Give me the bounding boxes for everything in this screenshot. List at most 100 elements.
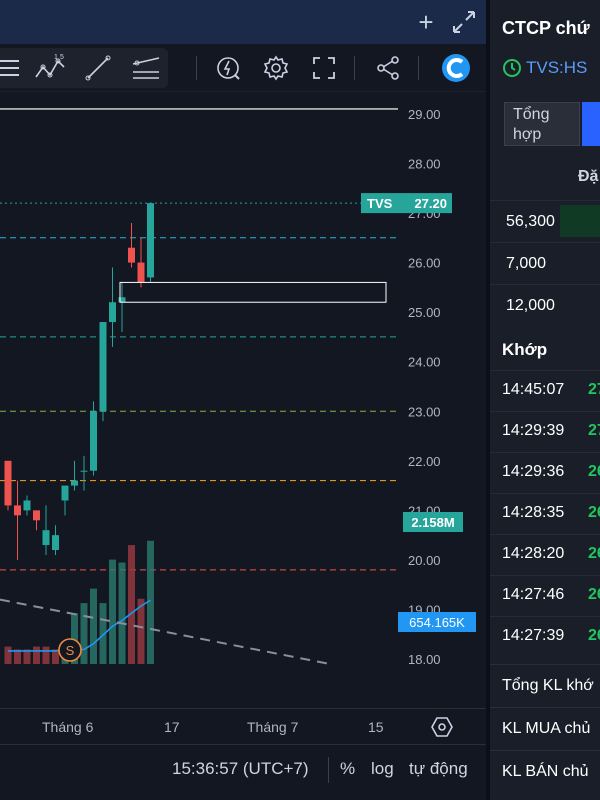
summary-total-volume: Tổng KL khớ [490,664,600,706]
fib-channel-icon[interactable] [130,52,162,84]
match-price: 26 [588,504,600,521]
chart-panel: + 15 S 29.00 28.00 27.00 26.00 25.00 24.… [0,0,486,800]
candle-body [23,500,31,511]
time-label-july: Tháng 7 [247,719,299,735]
y-tick-label: 20.00 [408,553,441,568]
candle-body [137,262,145,283]
summary-label: KL MUA chủ [502,720,591,737]
settings-gear-icon[interactable] [260,52,292,84]
candle-body [52,535,59,551]
y-tick-label: 23.00 [408,404,441,419]
candle-body [71,480,78,486]
candle-body [33,510,40,521]
axis-settings-icon[interactable] [430,715,454,739]
y-tick-label: 26.00 [408,256,441,271]
stock-info-panel: CTCP chứ TVS:HS Tổng hợp Đặ 56,300 7,000… [490,0,600,800]
y-tick-label: 25.00 [408,305,441,320]
summary-buy-volume: KL MUA chủ [490,707,600,749]
wave-pattern-icon[interactable]: 15 [34,52,66,84]
expand-icon[interactable] [308,52,340,84]
footer-separator [328,757,329,783]
candle-body [4,460,12,506]
trend-line-icon[interactable] [82,52,114,84]
match-price: 26 [588,545,600,562]
add-icon[interactable]: + [412,8,440,36]
match-time: 14:29:36 [502,463,565,480]
candle-body [14,505,21,516]
svg-text:5: 5 [60,54,64,61]
toolbar-separator [418,56,419,80]
chart-footer: 15:36:57 (UTC+7) % log tự động [0,744,486,794]
time-label-17: 17 [164,719,180,735]
summary-label: Tổng KL khớ [502,677,594,694]
volume-bar [33,646,40,664]
order-volume: 56,300 [506,213,555,230]
match-row: 14:27:39 26 [490,616,600,657]
y-tick-label: 22.00 [408,454,441,469]
y-tick-label: 29.00 [408,107,441,122]
candle-body [80,470,88,472]
candle-body [109,302,116,323]
volume-bar [42,646,50,664]
summary-sell-volume: KL BÁN chủ [490,750,600,792]
candle-body [128,247,135,263]
list-icon[interactable] [0,52,26,84]
candle-body [147,203,154,278]
order-book-header: Đặ [578,168,599,185]
y-tick-label: 28.00 [408,156,441,171]
match-price: 27 [588,381,600,398]
candle-body [90,411,97,471]
time-label-june: Tháng 6 [42,719,94,735]
symbol-badge-label: TVS [367,196,393,211]
share-icon[interactable] [372,52,404,84]
order-volume: 7,000 [506,255,547,272]
price-zone-box [119,281,387,303]
brand-logo-icon[interactable] [440,52,472,84]
volume-bar [128,545,135,664]
match-time: 14:29:39 [502,422,565,439]
match-row: 14:28:35 26 [490,493,600,534]
order-volume-bar [560,205,600,237]
svg-text:1: 1 [54,54,58,61]
avg-volume-badge-label: 654.165K [409,615,465,630]
match-time: 14:27:46 [502,586,565,603]
tab-summary[interactable]: Tổng hợp [504,102,580,146]
price-chart[interactable]: S 29.00 28.00 27.00 26.00 25.00 24.00 23.00 22.0… [0,92,486,672]
ticker-symbol: TVS:HS [526,58,588,77]
log-toggle[interactable]: log [371,759,394,779]
time-axis[interactable]: Tháng 6 17 Tháng 7 15 [0,708,486,744]
fullscreen-icon[interactable] [450,8,478,36]
chart-topbar: + [0,0,486,44]
volume-bar [118,562,126,664]
match-row: 14:45:07 27 [490,370,600,411]
match-price: 26 [588,463,600,480]
match-row: 14:28:20 26 [490,534,600,575]
match-time: 14:28:20 [502,545,565,562]
match-row: 14:29:36 26 [490,452,600,493]
company-title: CTCP chứ [502,18,590,38]
ticker-row[interactable]: TVS:HS [502,58,587,78]
match-time: 14:28:35 [502,504,565,521]
volume-bar [4,646,12,664]
toolbar-separator [354,56,355,80]
match-price: 27 [588,422,600,439]
match-header: Khớp [502,340,548,359]
clock-display: 15:36:57 (UTC+7) [172,759,309,778]
last-price-label: 27.20 [414,196,447,211]
candle-body [99,322,107,412]
chart-toolbar: 15 [0,44,486,92]
volume-bar [80,603,88,664]
y-tick-label: 24.00 [408,355,441,370]
match-row: 14:27:46 26 [490,575,600,616]
chart-canvas: S29.0028.0027.0026.0025.0024.0023.0022.0… [0,107,476,667]
match-price: 26 [588,586,600,603]
tab-next[interactable] [582,102,600,146]
order-row: 56,300 [490,200,600,242]
toolbar-separator [196,56,197,80]
percent-toggle[interactable]: % [340,759,355,779]
alert-icon[interactable] [212,52,244,84]
time-label-15: 15 [368,719,384,735]
volume-badge-label: 2.158M [411,515,454,530]
auto-scale-toggle[interactable]: tự động [409,759,468,779]
order-row: 12,000 [490,284,600,326]
